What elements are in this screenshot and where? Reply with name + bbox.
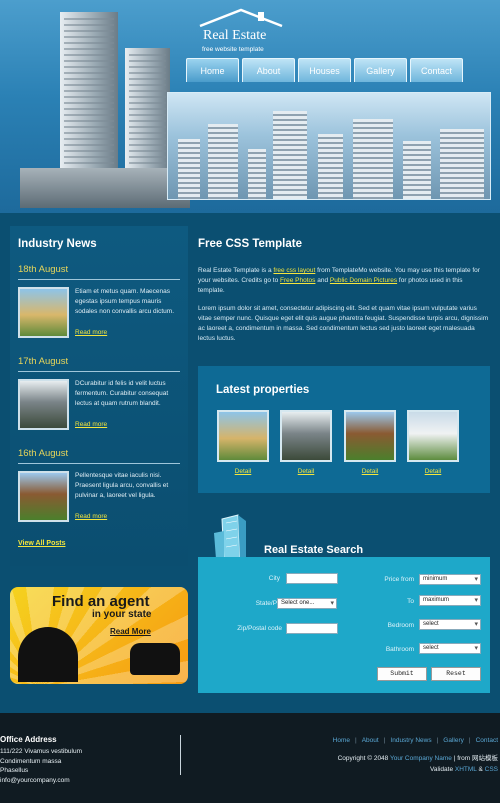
bathroom-select[interactable]: select [419, 643, 481, 654]
nav-gallery[interactable]: Gallery [354, 58, 407, 82]
latest-properties-panel: Latest properties Detail Detail Detail D… [198, 366, 490, 493]
industry-news-title: Industry News [18, 238, 97, 250]
copyright-text: | from 网站模板 [451, 755, 498, 762]
find-agent-banner[interactable]: Find an agent in your state Read More [10, 587, 188, 684]
copyright-text: Copyright © 2048 [337, 755, 390, 762]
news-thumbnail[interactable] [18, 379, 69, 430]
news-thumbnail[interactable] [18, 287, 69, 338]
person-laptop-icon [18, 627, 78, 682]
news-date: 17th August [18, 356, 180, 372]
header-banner: Real Estate free website template Home A… [0, 0, 500, 213]
property-thumbnail[interactable] [280, 410, 332, 462]
property-thumbnail[interactable] [217, 410, 269, 462]
css-link[interactable]: CSS [485, 766, 498, 773]
read-more-link[interactable]: Read more [75, 513, 107, 520]
building-search-icon [214, 514, 246, 562]
zip-label: Zip/Postal code [237, 625, 282, 632]
price-from-select[interactable]: minimum [419, 574, 481, 585]
footer-nav-industry-news[interactable]: Industry News [390, 737, 431, 744]
footer-nav-gallery[interactable]: Gallery [443, 737, 464, 744]
news-text: DCurabitur id felis id velit luctus ferm… [75, 380, 169, 407]
property-detail-link[interactable]: Detail [344, 468, 396, 475]
property-detail-link[interactable]: Detail [407, 468, 459, 475]
footer-nav-home[interactable]: Home [333, 737, 350, 744]
public-domain-pictures-link[interactable]: Public Domain Pictures [330, 277, 397, 284]
city-input[interactable] [286, 573, 338, 584]
agent-headline: Find an agent [52, 593, 150, 610]
zip-input[interactable] [286, 623, 338, 634]
search-title: Real Estate Search [264, 544, 364, 556]
news-text: Etiam et metus quam. Maecenas egestas ip… [75, 288, 174, 315]
city-skyline-image [167, 92, 491, 200]
company-link[interactable]: Your Company Name [390, 755, 452, 762]
news-item: 16th August Pellentesque vitae iaculis n… [18, 448, 180, 522]
logo-name: Real Estate [203, 28, 267, 43]
nav-houses[interactable]: Houses [298, 58, 351, 82]
property-detail-link[interactable]: Detail [217, 468, 269, 475]
footer: Office Address 111/222 Vivamus vestibulu… [0, 713, 500, 803]
main-nav: Home About Houses Gallery Contact [186, 58, 463, 82]
bedroom-select[interactable]: select [419, 619, 481, 630]
price-to-select[interactable]: maximum [419, 595, 481, 606]
news-date: 18th August [18, 264, 180, 280]
address-line: Condimentum massa [0, 757, 62, 765]
address-line: 111/222 Vivamus vestibulum [0, 748, 83, 755]
nav-home[interactable]: Home [186, 58, 239, 82]
news-item: 18th August Etiam et metus quam. Maecena… [18, 264, 180, 338]
state-select[interactable]: Select one... [277, 598, 337, 609]
submit-button[interactable]: Submit [377, 667, 427, 681]
footer-divider [180, 735, 181, 775]
property-thumbnail[interactable] [407, 410, 459, 462]
office-address-title: Office Address [0, 735, 57, 744]
xhtml-link[interactable]: XHTML [455, 766, 477, 773]
intro-text-segment: and [315, 277, 330, 284]
validate-text: & [476, 766, 485, 773]
view-all-posts-link[interactable]: View All Posts [18, 540, 65, 547]
intro-text: Real Estate Template is a free css layou… [198, 266, 490, 344]
news-date: 16th August [18, 448, 180, 464]
telephone-icon [130, 643, 180, 675]
house-roof-icon [199, 8, 283, 28]
news-item: 17th August DCurabitur id felis id velit… [18, 356, 180, 430]
free-photos-link[interactable]: Free Photos [280, 277, 315, 284]
city-label: City [268, 575, 280, 582]
site-logo[interactable]: Real Estate free website template [196, 8, 296, 54]
footer-nav: Home | About | Industry News | Gallery | Contact [332, 737, 498, 744]
nav-about[interactable]: About [242, 58, 295, 82]
bathroom-label: Bathroom [385, 646, 414, 653]
price-from-label: Price from [384, 576, 414, 583]
read-more-link[interactable]: Read more [75, 329, 107, 336]
intro-text-segment: Real Estate Template is a [198, 267, 274, 274]
industry-news-panel: Industry News 18th August Etiam et metus… [10, 226, 188, 566]
page-title: Free CSS Template [198, 238, 302, 250]
lorem-paragraph: Lorem ipsum dolor sit amet, consectetur … [198, 305, 489, 342]
building-base-image [20, 168, 190, 208]
agent-read-more[interactable]: Read More [110, 627, 151, 636]
property-detail-link[interactable]: Detail [280, 468, 332, 475]
price-to-label: To [407, 598, 414, 605]
news-text: Pellentesque vitae iaculis nisi. Praesen… [75, 472, 169, 499]
news-thumbnail[interactable] [18, 471, 69, 522]
validate-text: Validate [430, 766, 455, 773]
office-address: 111/222 Vivamus vestibulum Condimentum m… [0, 747, 82, 785]
latest-properties-title: Latest properties [216, 384, 310, 396]
copyright: Copyright © 2048 Your Company Name | fro… [338, 753, 498, 775]
nav-contact[interactable]: Contact [410, 58, 463, 82]
bedroom-label: Bedroom [387, 622, 414, 629]
property-thumbnail[interactable] [344, 410, 396, 462]
reset-button[interactable]: Reset [431, 667, 481, 681]
logo-tagline: free website template [202, 46, 264, 53]
free-css-layout-link[interactable]: free css layout [273, 267, 315, 274]
contact-email[interactable]: info@yourcompany.com [0, 776, 82, 786]
footer-nav-contact[interactable]: Contact [476, 737, 498, 744]
address-line: Phasellus [0, 767, 29, 774]
agent-subheadline: in your state [92, 609, 152, 620]
footer-nav-about[interactable]: About [362, 737, 379, 744]
read-more-link[interactable]: Read more [75, 421, 107, 428]
